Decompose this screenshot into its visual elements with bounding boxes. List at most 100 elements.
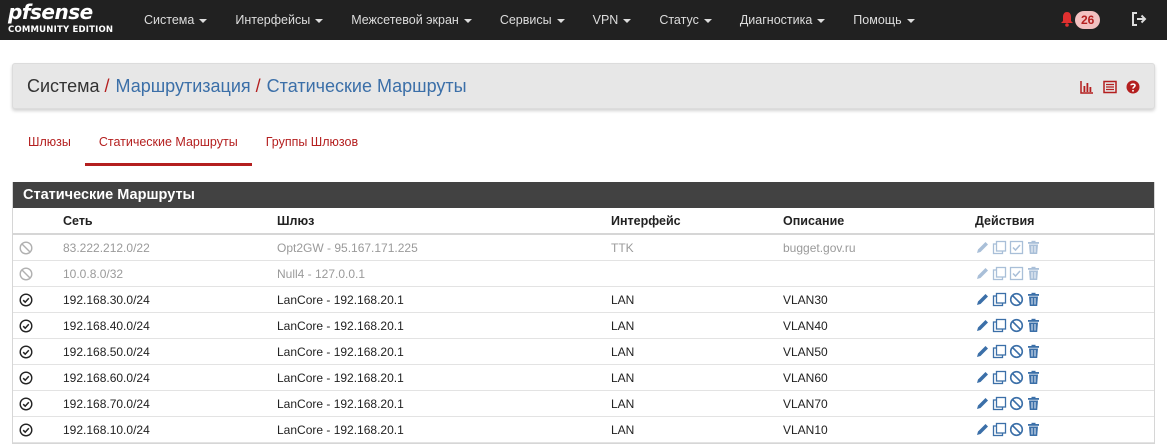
column-header-actions: Действия [975, 208, 1154, 235]
copy-icon[interactable] [992, 422, 1007, 437]
tab-gateway-groups[interactable]: Группы Шлюзов [252, 122, 372, 164]
help-icon[interactable] [1126, 80, 1140, 94]
pencil-icon[interactable] [975, 370, 990, 385]
route-network: 192.168.30.0/24 [63, 286, 277, 313]
route-description: VLAN30 [783, 286, 975, 313]
ban-icon[interactable] [1009, 318, 1024, 333]
route-network: 192.168.70.0/24 [63, 390, 277, 417]
route-status-cell [13, 312, 63, 339]
route-actions-cell [975, 286, 1154, 313]
column-header-network[interactable]: Сеть [63, 208, 277, 235]
logo-wordmark: pfsense [8, 0, 93, 24]
route-status-cell [13, 286, 63, 313]
route-status-cell [13, 390, 63, 417]
sign-out-icon[interactable] [1131, 11, 1147, 27]
route-status-cell [13, 234, 63, 261]
row-actions [975, 292, 1154, 307]
pencil-icon[interactable] [975, 240, 990, 255]
route-actions-cell [975, 364, 1154, 391]
table-row[interactable]: 192.168.50.0/24 LanCore - 192.168.20.1 LAN… [13, 338, 1154, 365]
notification-count-badge[interactable]: 26 [1075, 11, 1101, 29]
pencil-icon[interactable] [975, 318, 990, 333]
nav-menu-firewall[interactable]: Межсетевой экран [337, 0, 486, 40]
column-header-gateway[interactable]: Шлюз [277, 208, 611, 235]
ban-icon[interactable] [1009, 292, 1024, 307]
check-square-icon[interactable] [1009, 240, 1024, 255]
pencil-icon[interactable] [975, 292, 990, 307]
ban-icon[interactable] [1009, 396, 1024, 411]
list-icon[interactable] [1103, 80, 1117, 94]
route-actions-cell [975, 234, 1154, 261]
route-gateway: LanCore - 192.168.20.1 [277, 416, 611, 443]
nav-menu-diagnostics[interactable]: Диагностика [726, 0, 839, 40]
copy-icon[interactable] [992, 396, 1007, 411]
copy-icon[interactable] [992, 266, 1007, 281]
pencil-icon[interactable] [975, 344, 990, 359]
table-row[interactable]: 192.168.40.0/24 LanCore - 192.168.20.1 LAN… [13, 312, 1154, 339]
route-gateway: LanCore - 192.168.20.1 [277, 364, 611, 391]
nav-menu-vpn[interactable]: VPN [579, 0, 646, 40]
trash-icon[interactable] [1026, 344, 1041, 359]
tab-bar: Шлюзы Статические Маршруты Группы Шлюзов [14, 122, 372, 166]
table-row[interactable]: 192.168.70.0/24 LanCore - 192.168.20.1 LAN… [13, 390, 1154, 417]
trash-icon[interactable] [1026, 318, 1041, 333]
breadcrumb-link-static-routes[interactable]: Статические Маршруты [267, 76, 467, 96]
route-status-cell [13, 416, 63, 443]
nav-menu-services[interactable]: Сервисы [486, 0, 579, 40]
table-row[interactable]: 192.168.30.0/24 LanCore - 192.168.20.1 LAN… [13, 286, 1154, 313]
route-interface: TTK [611, 234, 783, 261]
bell-icon[interactable] [1060, 11, 1074, 27]
copy-icon[interactable] [992, 370, 1007, 385]
breadcrumb-icons [1080, 80, 1140, 94]
row-actions [975, 396, 1154, 411]
table-row[interactable]: 192.168.10.0/24 LanCore - 192.168.20.1 LAN… [13, 416, 1154, 443]
nav-menu-label: Статус [659, 13, 699, 27]
row-actions [975, 344, 1154, 359]
table-row[interactable]: 10.0.8.0/32 Null4 - 127.0.0.1 [13, 260, 1154, 287]
trash-icon[interactable] [1026, 370, 1041, 385]
route-description: VLAN40 [783, 312, 975, 339]
ban-icon[interactable] [1009, 370, 1024, 385]
breadcrumb: Система / Маршрутизация / Статические Маршру… [27, 64, 467, 108]
ban-circle-icon [19, 267, 33, 281]
copy-icon[interactable] [992, 318, 1007, 333]
ban-icon[interactable] [1009, 344, 1024, 359]
pfsense-logo[interactable]: pfsense COMMUNITY EDITION [8, 0, 116, 38]
caret-down-icon [623, 18, 632, 23]
column-header-status [13, 208, 63, 235]
ban-icon[interactable] [1009, 422, 1024, 437]
nav-menu-interfaces[interactable]: Интерфейсы [221, 0, 337, 40]
pencil-icon[interactable] [975, 422, 990, 437]
trash-icon[interactable] [1026, 292, 1041, 307]
route-description: VLAN70 [783, 390, 975, 417]
route-gateway: LanCore - 192.168.20.1 [277, 312, 611, 339]
breadcrumb-link-routing[interactable]: Маршрутизация [116, 76, 251, 96]
trash-icon[interactable] [1026, 266, 1041, 281]
chart-icon[interactable] [1080, 80, 1094, 94]
table-row[interactable]: 192.168.60.0/24 LanCore - 192.168.20.1 LAN… [13, 364, 1154, 391]
trash-icon[interactable] [1026, 422, 1041, 437]
copy-icon[interactable] [992, 240, 1007, 255]
caret-down-icon [556, 18, 565, 23]
route-gateway: LanCore - 192.168.20.1 [277, 286, 611, 313]
check-circle-icon [19, 423, 33, 437]
breadcrumb-bar: Система / Маршрутизация / Статические Маршру… [12, 63, 1155, 109]
pencil-icon[interactable] [975, 266, 990, 281]
tab-gateways[interactable]: Шлюзы [14, 122, 85, 164]
pencil-icon[interactable] [975, 396, 990, 411]
route-gateway: LanCore - 192.168.20.1 [277, 390, 611, 417]
check-square-icon[interactable] [1009, 266, 1024, 281]
tab-static-routes[interactable]: Статические Маршруты [84, 122, 252, 166]
trash-icon[interactable] [1026, 240, 1041, 255]
route-actions-cell [975, 390, 1154, 417]
nav-menu-status[interactable]: Статус [645, 0, 726, 40]
table-row[interactable]: 83.222.212.0/22 Opt2GW - 95.167.171.225 TT… [13, 234, 1154, 261]
column-header-description[interactable]: Описание [783, 208, 975, 235]
trash-icon[interactable] [1026, 396, 1041, 411]
copy-icon[interactable] [992, 344, 1007, 359]
column-header-interface[interactable]: Интерфейс [611, 208, 783, 235]
nav-menu-help[interactable]: Помощь [839, 0, 928, 40]
nav-menu-system[interactable]: Система [130, 0, 221, 40]
copy-icon[interactable] [992, 292, 1007, 307]
check-circle-icon [19, 293, 33, 307]
